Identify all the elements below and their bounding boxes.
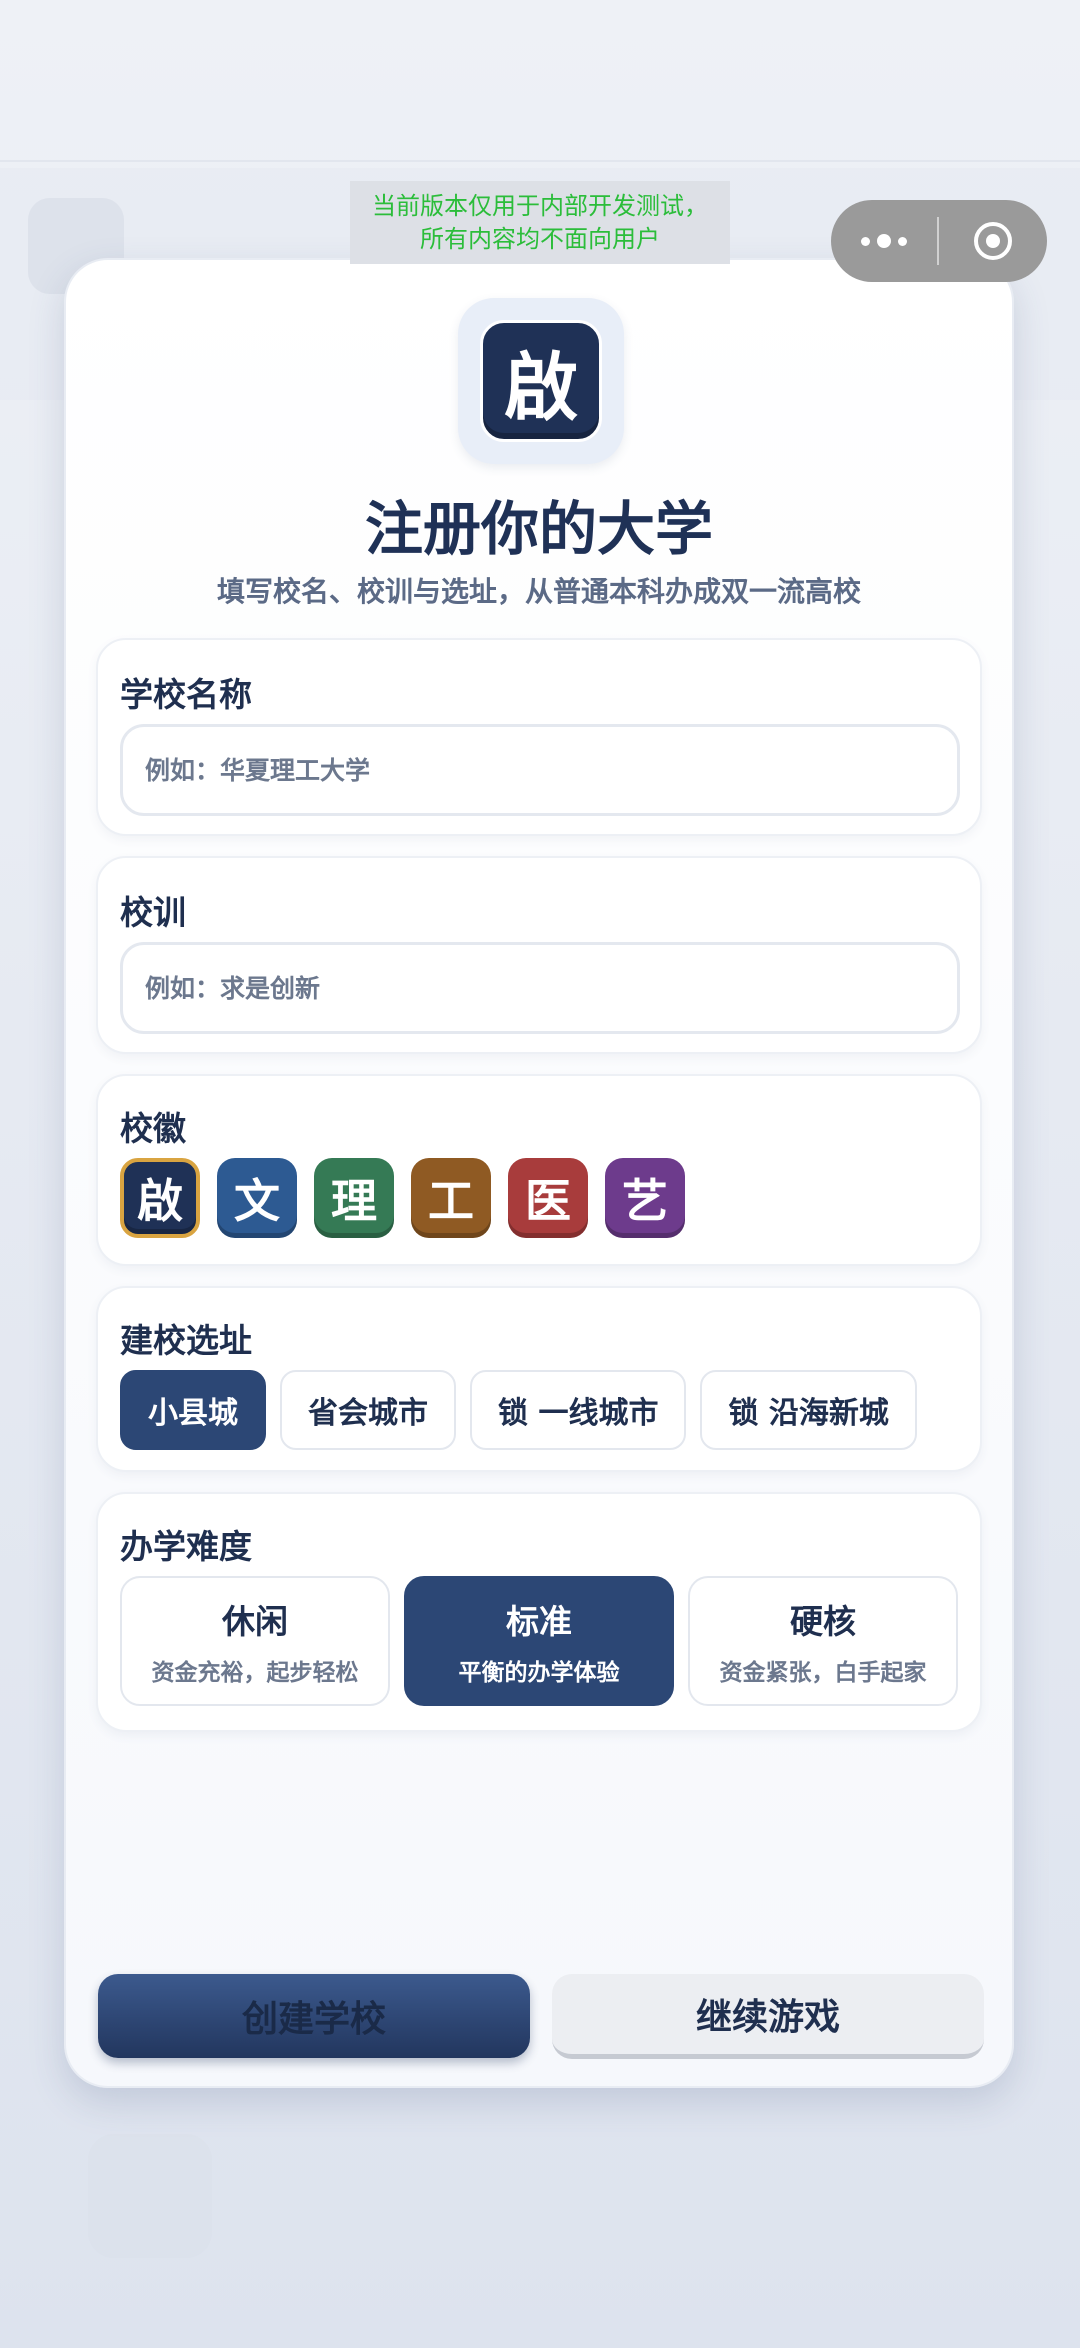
school-name-input[interactable]: [120, 724, 960, 816]
difficulty-label: 办学难度: [120, 1527, 252, 1566]
create-school-button[interactable]: 创建学校: [98, 1974, 530, 2058]
location-label: 建校选址: [120, 1321, 252, 1360]
target-circle-icon[interactable]: [939, 222, 1047, 260]
logo-tile: 啟: [480, 320, 602, 442]
difficulty-section: 办学难度 休闲 资金充裕，起步轻松 标准 平衡的办学体验 硬核 资金紧张，白手起…: [96, 1492, 982, 1732]
app-logo: 啟: [458, 298, 624, 464]
background-ghost-logo-bottom: [88, 2134, 212, 2258]
mini-program-capsule: [831, 200, 1047, 282]
school-name-label: 学校名称: [120, 675, 252, 714]
location-options: 小县城 省会城市 锁 一线城市 锁 沿海新城: [120, 1370, 917, 1450]
emblem-option[interactable]: 医: [508, 1158, 588, 1238]
page-subtitle: 填写校名、校训与选址，从普通本科办成双一流高校: [216, 575, 861, 608]
difficulty-name: 标准: [506, 1602, 572, 1641]
difficulty-desc: 平衡的办学体验: [458, 1660, 620, 1686]
location-option[interactable]: 小县城: [120, 1370, 266, 1450]
emblem-label: 校徽: [120, 1109, 186, 1148]
emblem-option[interactable]: 理: [314, 1158, 394, 1238]
location-option-locked[interactable]: 锁 沿海新城: [700, 1370, 917, 1450]
difficulty-name: 休闲: [222, 1602, 288, 1641]
difficulty-desc: 资金紧张，白手起家: [719, 1660, 927, 1686]
continue-game-button[interactable]: 继续游戏: [552, 1974, 984, 2059]
dev-banner-line-1: 当前版本仅用于内部开发测试，: [372, 191, 708, 220]
motto-input[interactable]: [120, 942, 960, 1034]
emblem-option[interactable]: 艺: [605, 1158, 685, 1238]
location-option-locked[interactable]: 锁 一线城市: [470, 1370, 687, 1450]
emblem-option[interactable]: 文: [217, 1158, 297, 1238]
difficulty-option-hardcore[interactable]: 硬核 资金紧张，白手起家: [688, 1576, 958, 1706]
difficulty-option-standard[interactable]: 标准 平衡的办学体验: [404, 1576, 674, 1706]
school-name-section: 学校名称: [96, 638, 982, 836]
dev-banner-line-2: 所有内容均不面向用户: [420, 224, 660, 253]
motto-section: 校训: [96, 856, 982, 1054]
emblem-option[interactable]: 工: [411, 1158, 491, 1238]
emblem-option[interactable]: 啟: [120, 1158, 200, 1238]
location-section: 建校选址 小县城 省会城市 锁 一线城市 锁 沿海新城: [96, 1286, 982, 1472]
background-divider: [0, 160, 1080, 162]
location-option[interactable]: 省会城市: [280, 1370, 456, 1450]
dev-test-banner: 当前版本仅用于内部开发测试， 所有内容均不面向用户: [350, 181, 730, 264]
difficulty-options: 休闲 资金充裕，起步轻松 标准 平衡的办学体验 硬核 资金紧张，白手起家: [120, 1576, 958, 1706]
register-card: 啟 注册你的大学 填写校名、校训与选址，从普通本科办成双一流高校 学校名称 校训…: [64, 258, 1014, 2088]
difficulty-desc: 资金充裕，起步轻松: [151, 1660, 359, 1686]
page-title: 注册你的大学: [364, 495, 713, 563]
motto-label: 校训: [120, 893, 186, 932]
emblem-options: 啟 文 理 工 医 艺: [120, 1158, 685, 1238]
more-dots-icon[interactable]: [831, 200, 937, 282]
emblem-section: 校徽 啟 文 理 工 医 艺: [96, 1074, 982, 1266]
difficulty-option-casual[interactable]: 休闲 资金充裕，起步轻松: [120, 1576, 390, 1706]
difficulty-name: 硬核: [790, 1602, 856, 1641]
